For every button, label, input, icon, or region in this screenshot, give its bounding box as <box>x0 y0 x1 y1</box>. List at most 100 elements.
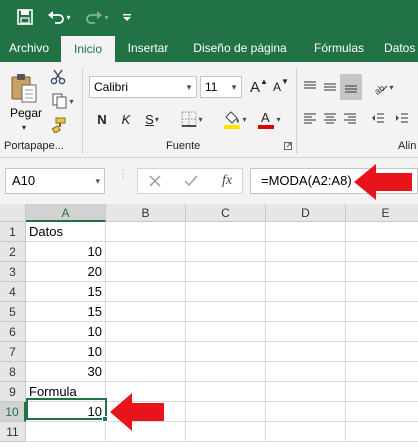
row-header[interactable]: 5 <box>0 302 26 322</box>
fill-color-icon[interactable]: ▾ <box>220 106 250 132</box>
worksheet-grid[interactable]: A B C D E 1 Datos 2 10 3 20 4 15 5 15 6 10 7 10 8 30 9 Fo… <box>0 204 418 448</box>
cell-empty[interactable] <box>106 242 186 262</box>
align-middle-icon[interactable] <box>320 76 340 98</box>
format-painter-icon[interactable] <box>48 116 68 134</box>
cell-empty[interactable] <box>346 222 418 242</box>
cell-a[interactable]: Formula <box>26 382 106 402</box>
cell-empty[interactable] <box>266 382 346 402</box>
cell-empty[interactable] <box>106 262 186 282</box>
increase-indent-icon[interactable] <box>392 108 412 130</box>
cell-a[interactable]: 10 <box>26 342 106 362</box>
cell-empty[interactable] <box>186 282 266 302</box>
underline-button[interactable]: S ▾ <box>138 108 166 130</box>
row-header[interactable]: 10 <box>0 402 26 422</box>
italic-button[interactable]: K <box>116 108 136 130</box>
column-header-d[interactable]: D <box>266 204 346 222</box>
cell-empty[interactable] <box>346 422 418 442</box>
font-color-icon[interactable]: A ▾ <box>254 106 284 132</box>
row-header[interactable]: 1 <box>0 222 26 242</box>
cell-empty[interactable] <box>186 322 266 342</box>
cell-empty[interactable] <box>266 282 346 302</box>
paste-dropdown-icon[interactable]: ▾ <box>18 122 30 132</box>
cell-empty[interactable] <box>346 362 418 382</box>
redo-icon[interactable]: ▾ <box>84 0 110 34</box>
customize-qat-icon[interactable] <box>120 0 134 34</box>
align-right-icon[interactable] <box>340 108 360 130</box>
cell-a[interactable]: 10 <box>26 242 106 262</box>
row-header[interactable]: 4 <box>0 282 26 302</box>
bold-button[interactable]: N <box>92 108 112 130</box>
tab-formulas[interactable]: Fórmulas <box>306 34 372 62</box>
cell-empty[interactable] <box>186 242 266 262</box>
cell-empty[interactable] <box>186 422 266 442</box>
column-header-a[interactable]: A <box>26 204 106 222</box>
cell-empty[interactable] <box>186 402 266 422</box>
cell-empty[interactable] <box>106 342 186 362</box>
cell-a[interactable] <box>26 422 106 442</box>
cell-empty[interactable] <box>346 282 418 302</box>
cell-a[interactable]: 30 <box>26 362 106 382</box>
cell-empty[interactable] <box>266 322 346 342</box>
tab-datos[interactable]: Datos <box>384 34 418 62</box>
cell-empty[interactable] <box>186 302 266 322</box>
tab-inicio[interactable]: Inicio <box>61 36 115 62</box>
tab-insertar[interactable]: Insertar <box>120 34 176 62</box>
tab-diseno-de-pagina[interactable]: Diseño de página <box>184 34 296 62</box>
increase-font-icon[interactable]: A ▲ <box>248 76 270 98</box>
column-header-c[interactable]: C <box>186 204 266 222</box>
cell-empty[interactable] <box>186 342 266 362</box>
cell-empty[interactable] <box>266 402 346 422</box>
cell-empty[interactable] <box>346 262 418 282</box>
cell-empty[interactable] <box>346 382 418 402</box>
paste-label[interactable]: Pegar <box>8 106 44 120</box>
save-icon[interactable] <box>14 0 36 34</box>
cell-a[interactable]: Datos <box>26 222 106 242</box>
cell-a[interactable]: 15 <box>26 302 106 322</box>
cell-empty[interactable] <box>266 342 346 362</box>
cell-empty[interactable] <box>266 302 346 322</box>
cell-empty[interactable] <box>106 302 186 322</box>
cell-empty[interactable] <box>346 322 418 342</box>
cell-empty[interactable] <box>266 222 346 242</box>
chevron-down-icon[interactable]: ▾ <box>227 77 241 97</box>
tab-archivo[interactable]: Archivo <box>0 34 58 62</box>
cell-empty[interactable] <box>346 402 418 422</box>
align-left-icon[interactable] <box>300 108 320 130</box>
align-top-icon[interactable] <box>300 76 320 98</box>
cell-a[interactable]: 15 <box>26 282 106 302</box>
row-header[interactable]: 8 <box>0 362 26 382</box>
align-bottom-icon[interactable] <box>340 74 362 100</box>
row-header[interactable]: 7 <box>0 342 26 362</box>
cell-empty[interactable] <box>346 342 418 362</box>
font-name-combo[interactable]: Calibri ▾ <box>89 76 197 98</box>
cell-empty[interactable] <box>186 262 266 282</box>
copy-icon[interactable]: ▾ <box>48 92 78 110</box>
decrease-font-icon[interactable]: A ▼ <box>270 76 292 98</box>
cut-icon[interactable] <box>48 68 68 86</box>
enter-icon[interactable] <box>180 172 202 190</box>
column-header-e[interactable]: E <box>346 204 418 222</box>
chevron-down-icon[interactable]: ▾ <box>95 169 100 193</box>
cell-empty[interactable] <box>106 322 186 342</box>
row-header[interactable]: 9 <box>0 382 26 402</box>
cell-empty[interactable] <box>266 422 346 442</box>
font-size-combo[interactable]: 11 ▾ <box>200 76 242 98</box>
decrease-indent-icon[interactable] <box>368 108 388 130</box>
cell-empty[interactable] <box>106 282 186 302</box>
cell-empty[interactable] <box>266 242 346 262</box>
cell-empty[interactable] <box>106 222 186 242</box>
name-box[interactable]: A10 ▾ <box>5 168 105 194</box>
chevron-down-icon[interactable]: ▾ <box>182 77 196 97</box>
insert-function-icon[interactable]: fx <box>216 172 238 190</box>
undo-icon[interactable]: ▾ <box>46 0 72 34</box>
cell-empty[interactable] <box>346 302 418 322</box>
cell-empty[interactable] <box>186 382 266 402</box>
cell-a[interactable]: 20 <box>26 262 106 282</box>
align-center-icon[interactable] <box>320 108 340 130</box>
row-header[interactable]: 11 <box>0 422 26 442</box>
cancel-icon[interactable] <box>144 172 166 190</box>
cell-empty[interactable] <box>346 242 418 262</box>
select-all-corner[interactable] <box>0 204 26 222</box>
column-header-b[interactable]: B <box>106 204 186 222</box>
cell-empty[interactable] <box>186 222 266 242</box>
